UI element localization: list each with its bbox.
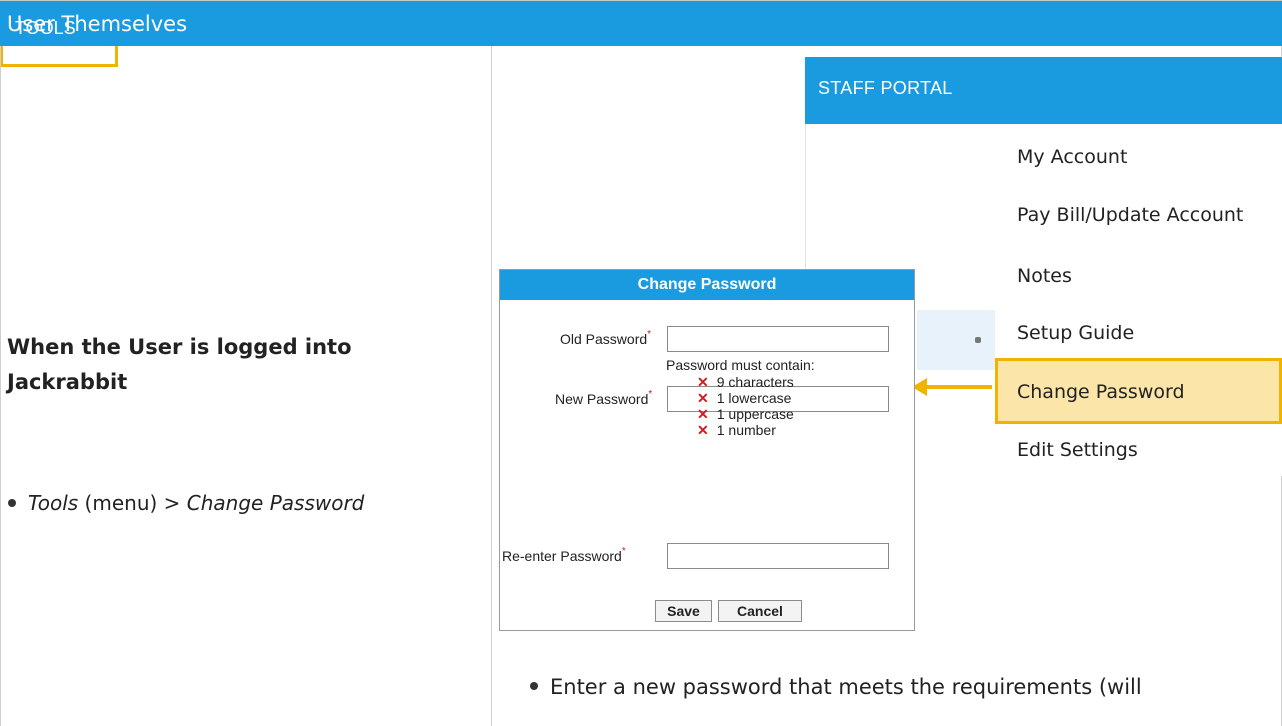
new-password-label: New Password* xyxy=(555,389,653,407)
column-divider xyxy=(491,46,492,726)
old-password-field[interactable] xyxy=(667,326,889,352)
required-marker: * xyxy=(621,546,626,557)
rule-item: ✕ 1 number xyxy=(697,422,776,438)
background-table-header xyxy=(917,310,995,370)
required-marker: * xyxy=(648,389,653,400)
screenshot-edge-right xyxy=(1278,440,1282,720)
menu-item-edit-settings[interactable]: Edit Settings xyxy=(1017,439,1138,461)
rule-item: ✕ 9 characters xyxy=(697,374,794,390)
x-mark-icon: ✕ xyxy=(697,374,709,390)
rule-item: ✕ 1 uppercase xyxy=(697,406,794,422)
menu-separator: (menu) > xyxy=(78,491,187,515)
x-mark-icon: ✕ xyxy=(697,422,709,438)
old-password-label: Old Password* xyxy=(560,329,652,347)
menu-item-pay-bill[interactable]: Pay Bill/Update Account xyxy=(1017,204,1243,226)
reenter-password-label: Re-enter Password* xyxy=(502,546,626,564)
menu-item-name: Change Password xyxy=(186,491,365,515)
menu-item-setup-guide[interactable]: Setup Guide xyxy=(1017,322,1134,344)
dialog-title: Change Password xyxy=(500,270,914,300)
menu-item-change-password[interactable]: Change Password xyxy=(1017,381,1185,403)
cancel-button[interactable]: Cancel xyxy=(718,600,802,622)
change-password-dialog: Change Password Old Password* New Passwo… xyxy=(499,269,915,631)
section-header: User Themselves xyxy=(0,0,1282,46)
background-glyph xyxy=(975,337,981,343)
pointer-arrow-shaft xyxy=(926,385,992,389)
rules-heading: Password must contain: xyxy=(666,357,815,373)
required-marker: * xyxy=(647,329,652,340)
instruction-bullet-2: Enter a new password that meets the requ… xyxy=(530,675,1142,699)
x-mark-icon: ✕ xyxy=(697,390,709,406)
bullet-dot-icon xyxy=(8,498,16,507)
menu-item-my-account[interactable]: My Account xyxy=(1017,146,1127,168)
menu-name: Tools xyxy=(28,491,79,515)
reenter-password-field[interactable] xyxy=(667,543,889,569)
nav-staff-portal[interactable]: STAFF PORTAL xyxy=(818,78,953,99)
rule-item: ✕ 1 lowercase xyxy=(697,390,792,406)
bullet-dot-icon xyxy=(530,682,538,690)
x-mark-icon: ✕ xyxy=(697,406,709,422)
nav-tools-label: TOOLS xyxy=(15,18,76,38)
save-button[interactable]: Save xyxy=(655,600,712,622)
instruction-heading: When the User is logged into Jackrabbit xyxy=(7,335,352,394)
menu-item-notes[interactable]: Notes xyxy=(1017,265,1072,287)
instruction-bullet: Tools (menu) > Change Password xyxy=(8,491,364,515)
